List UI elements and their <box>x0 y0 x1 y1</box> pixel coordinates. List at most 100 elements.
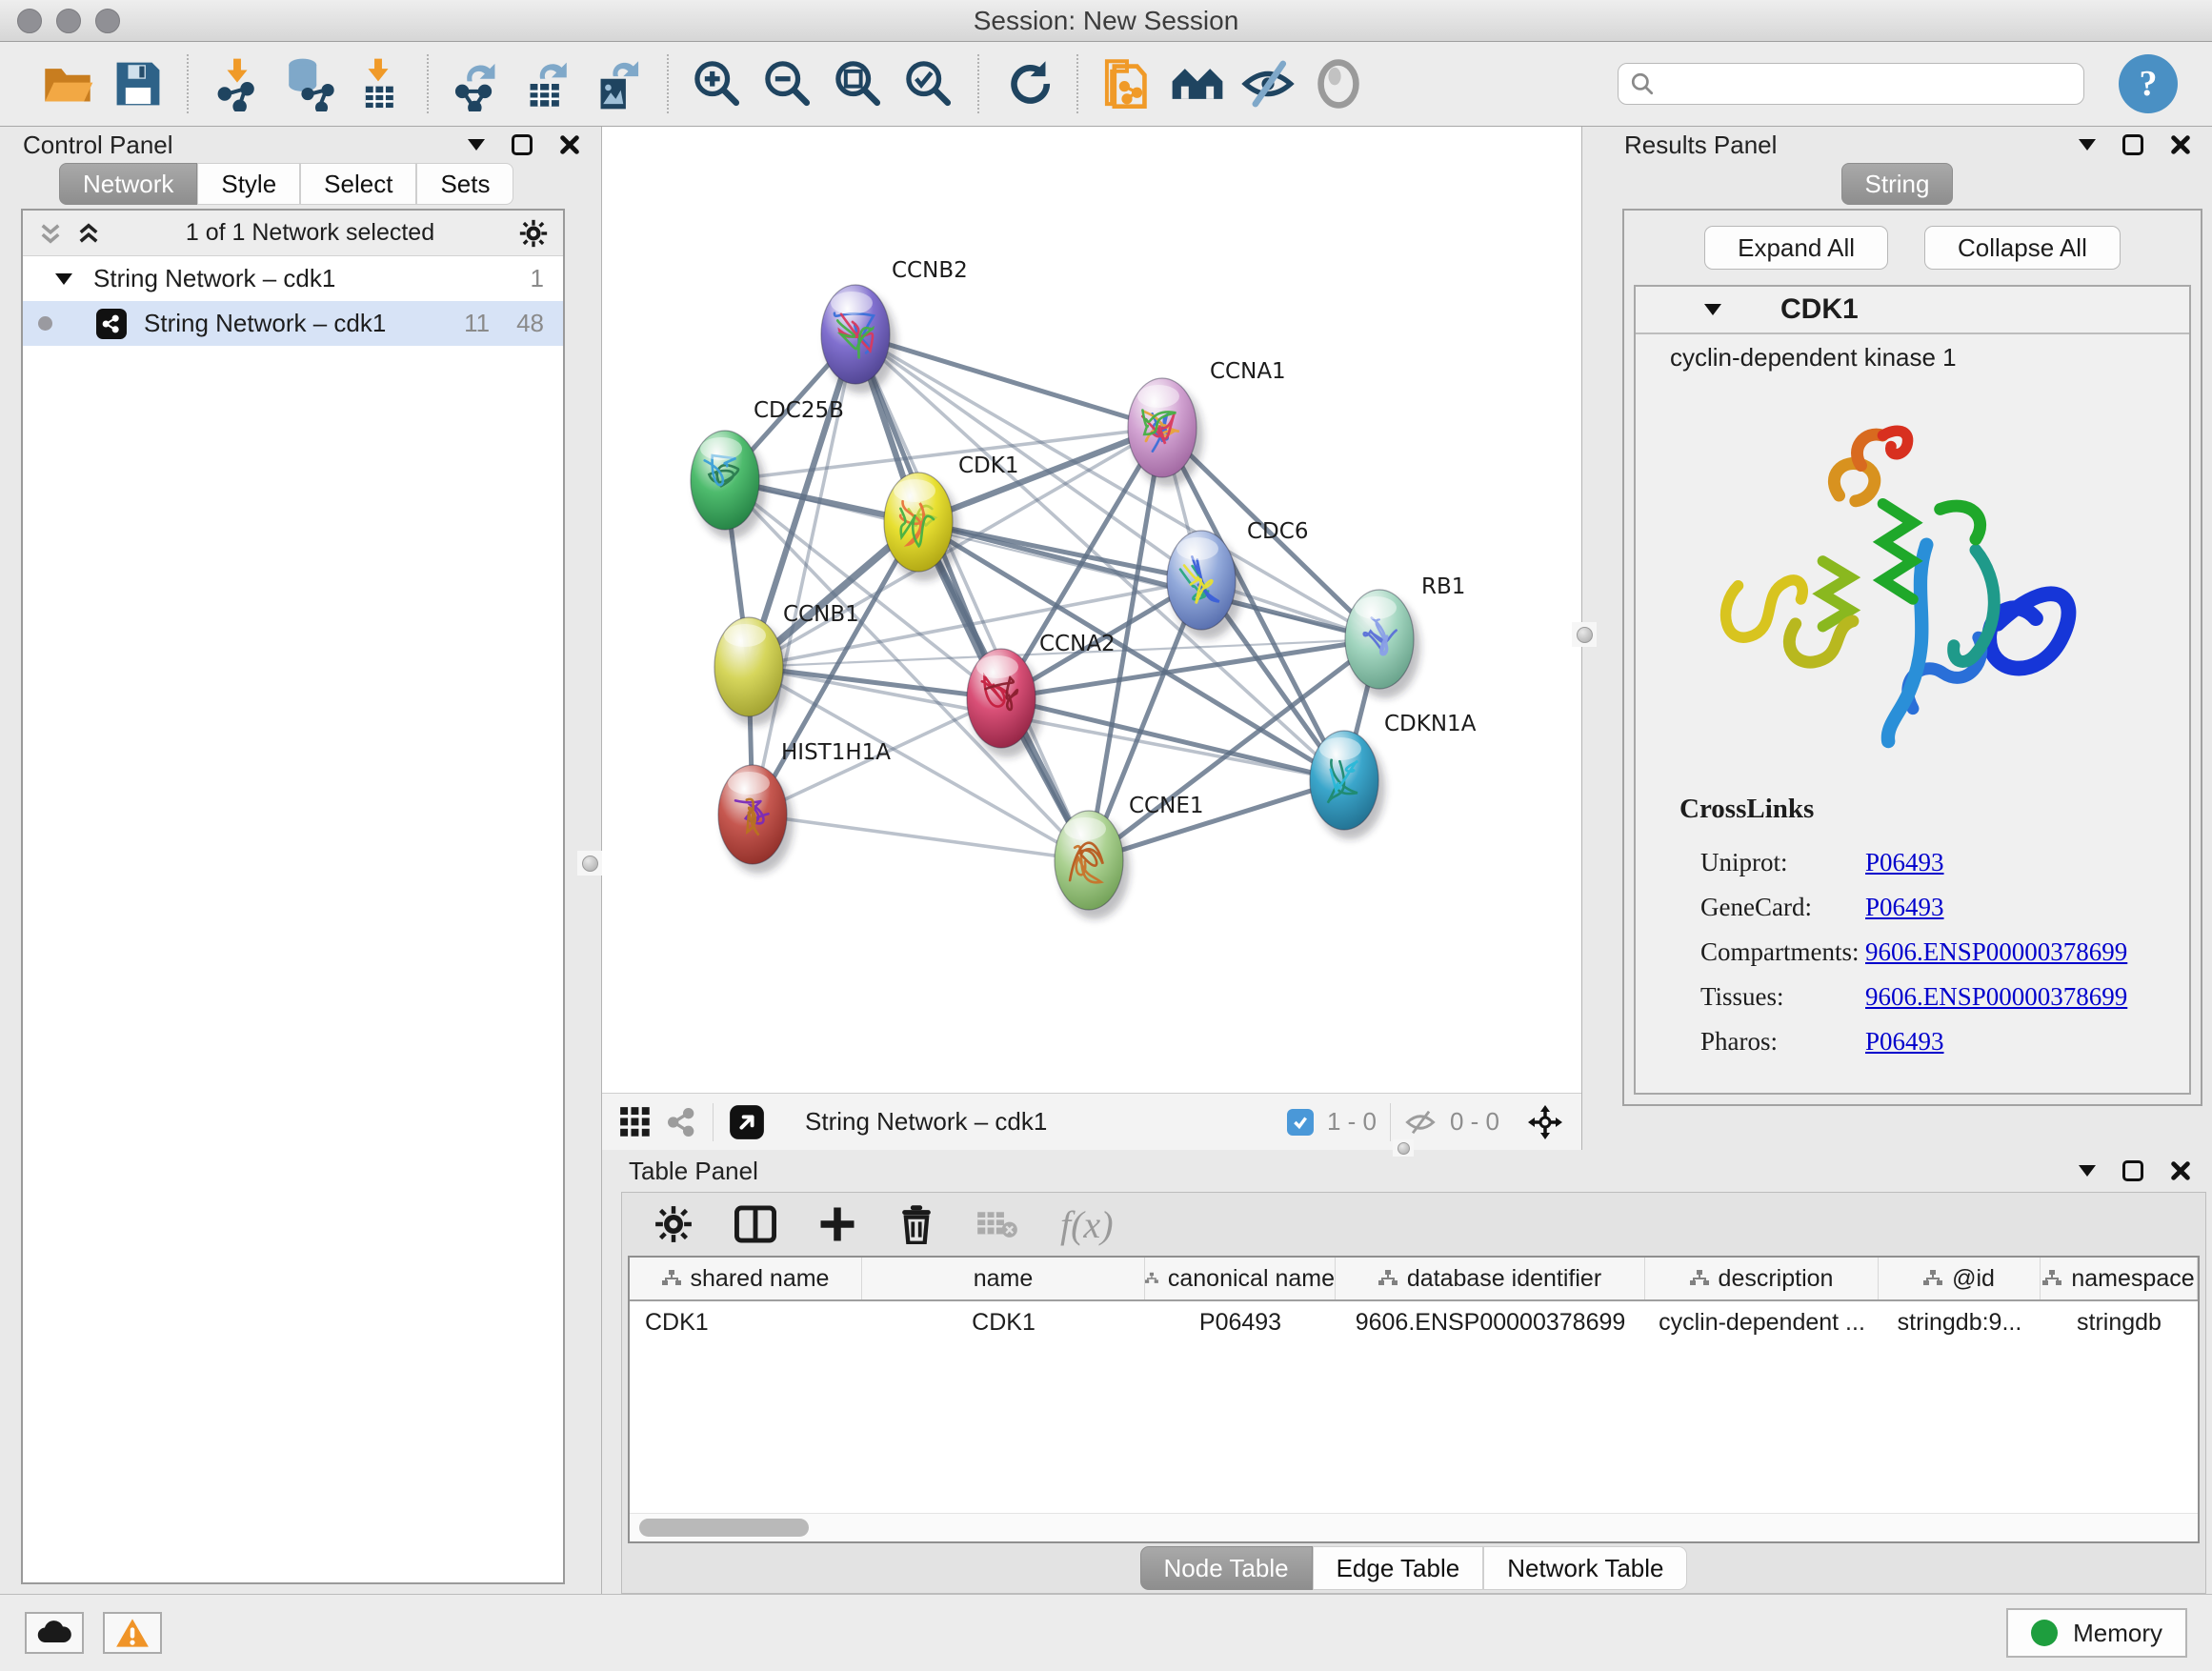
show-graphics-details-button[interactable] <box>1303 49 1374 119</box>
import-table-file-button[interactable] <box>343 49 413 119</box>
open-session-button[interactable] <box>32 49 103 119</box>
column-header-name[interactable]: name <box>862 1258 1145 1299</box>
cloud-status-button[interactable] <box>25 1612 84 1654</box>
add-column-icon[interactable] <box>818 1205 856 1243</box>
tab-string[interactable]: String <box>1841 163 1954 205</box>
tab-node-table[interactable]: Node Table <box>1140 1546 1313 1590</box>
close-panel-icon[interactable] <box>559 134 580 155</box>
warnings-button[interactable] <box>103 1612 162 1654</box>
uniprot-link[interactable]: P06493 <box>1865 848 1944 877</box>
cell-database-identifier[interactable]: 9606.ENSP00000378699 <box>1336 1301 1645 1343</box>
protein-card-header[interactable]: CDK1 <box>1636 287 2189 334</box>
node-label-CCNE1: CCNE1 <box>1129 794 1204 818</box>
export-table-button[interactable] <box>513 49 583 119</box>
pharos-link[interactable]: P06493 <box>1865 1027 1944 1057</box>
network-row-selected[interactable]: String Network – cdk1 1148 <box>23 301 563 346</box>
cell-id[interactable]: stringdb:9... <box>1879 1301 2041 1343</box>
import-network-icon <box>210 56 265 111</box>
import-network-database-button[interactable] <box>272 49 343 119</box>
float-panel-icon[interactable] <box>512 134 533 155</box>
share-view-icon[interactable] <box>667 1107 697 1137</box>
search-input[interactable] <box>1664 70 2072 97</box>
selected-checkbox-icon[interactable] <box>1287 1109 1314 1136</box>
tab-style[interactable]: Style <box>197 163 300 205</box>
collapse-protein-icon[interactable] <box>1704 304 1721 315</box>
close-panel-icon[interactable] <box>2170 134 2191 155</box>
collapse-all-button[interactable]: Collapse All <box>1924 226 2121 270</box>
eye-slash-blue-icon <box>1240 56 1296 111</box>
delete-column-icon[interactable] <box>898 1204 935 1244</box>
protein-name: CDK1 <box>1780 293 1859 326</box>
compartments-link[interactable]: 9606.ENSP00000378699 <box>1865 937 2127 967</box>
zoom-selected-button[interactable] <box>894 49 964 119</box>
genecard-link[interactable]: P06493 <box>1865 893 1944 922</box>
pan-crosshair-icon[interactable] <box>1526 1103 1564 1141</box>
tab-network-table[interactable]: Network Table <box>1483 1546 1687 1590</box>
panel-menu-icon[interactable] <box>468 139 485 151</box>
scrollbar-thumb[interactable] <box>639 1519 809 1537</box>
column-header-id[interactable]: @id <box>1879 1258 2041 1299</box>
network-canvas[interactable]: CCNB2CCNA1CDC25BCDK1CDC6RB1CCNB1CCNA2CDK… <box>602 127 1581 1093</box>
cell-namespace[interactable]: stringdb <box>2041 1301 2198 1343</box>
toolbar-separator <box>977 54 979 113</box>
column-header-database-identifier[interactable]: database identifier <box>1336 1258 1645 1299</box>
birdseye-toggle-icon[interactable] <box>729 1104 765 1140</box>
cell-shared-name[interactable]: CDK1 <box>630 1301 862 1343</box>
question-mark-icon: ? <box>2140 63 2158 105</box>
bottom-splitter-handle[interactable] <box>1393 1139 1414 1157</box>
float-panel-icon[interactable] <box>2122 134 2143 155</box>
tab-network[interactable]: Network <box>59 163 197 205</box>
export-network-button[interactable] <box>442 49 513 119</box>
left-splitter-handle[interactable] <box>577 851 602 876</box>
panel-menu-icon[interactable] <box>2079 1165 2096 1177</box>
zoom-in-button[interactable] <box>682 49 753 119</box>
column-header-description[interactable]: description <box>1645 1258 1879 1299</box>
collapse-all-chevron-icon[interactable] <box>76 221 101 246</box>
show-columns-icon[interactable] <box>734 1205 776 1243</box>
warning-triangle-icon <box>115 1618 150 1648</box>
export-image-icon <box>591 56 646 111</box>
apply-layout-button[interactable] <box>993 49 1063 119</box>
table-tabs: Node Table Edge Table Network Table <box>622 1543 2205 1593</box>
help-button[interactable]: ? <box>2119 54 2178 113</box>
first-neighbors-button[interactable] <box>1162 49 1233 119</box>
collection-expand-icon[interactable] <box>55 273 72 285</box>
float-panel-icon[interactable] <box>2122 1160 2143 1181</box>
save-session-button[interactable] <box>103 49 173 119</box>
protein-structure-image <box>1636 380 2189 794</box>
cell-canonical-name[interactable]: P06493 <box>1145 1301 1336 1343</box>
collection-count: 1 <box>531 264 544 293</box>
expand-all-chevron-icon[interactable] <box>38 221 63 246</box>
memory-label: Memory <box>2073 1619 2162 1648</box>
hide-selected-button[interactable] <box>1233 49 1303 119</box>
grid-layout-icon[interactable] <box>619 1106 652 1138</box>
zoom-out-button[interactable] <box>753 49 823 119</box>
cell-description[interactable]: cyclin-dependent ... <box>1645 1301 1879 1343</box>
toolbar-search[interactable] <box>1618 63 2084 105</box>
column-header-canonical-name[interactable]: canonical name <box>1145 1258 1336 1299</box>
new-network-from-selection-button[interactable] <box>1092 49 1162 119</box>
export-image-button[interactable] <box>583 49 654 119</box>
import-network-file-button[interactable] <box>202 49 272 119</box>
gear-icon[interactable] <box>519 219 548 248</box>
column-header-namespace[interactable]: namespace <box>2041 1258 2198 1299</box>
network-collection-row[interactable]: String Network – cdk1 1 <box>23 256 563 301</box>
expand-all-button[interactable]: Expand All <box>1704 226 1888 270</box>
close-panel-icon[interactable] <box>2170 1160 2191 1181</box>
zoom-fit-icon <box>831 56 886 111</box>
tab-select[interactable]: Select <box>300 163 416 205</box>
panel-menu-icon[interactable] <box>2079 139 2096 151</box>
tissues-link[interactable]: 9606.ENSP00000378699 <box>1865 982 2127 1012</box>
right-splitter-handle[interactable] <box>1572 622 1597 647</box>
table-row[interactable]: CDK1 CDK1 P06493 9606.ENSP00000378699 cy… <box>630 1301 2198 1343</box>
network-view-title: String Network – cdk1 <box>805 1107 1047 1137</box>
column-header-shared-name[interactable]: shared name <box>630 1258 862 1299</box>
column-network-icon <box>1923 1270 1942 1287</box>
memory-button[interactable]: Memory <box>2006 1608 2187 1658</box>
tab-edge-table[interactable]: Edge Table <box>1313 1546 1484 1590</box>
horizontal-scrollbar[interactable] <box>630 1513 2198 1541</box>
tab-sets[interactable]: Sets <box>416 163 513 205</box>
zoom-fit-button[interactable] <box>823 49 894 119</box>
cell-name[interactable]: CDK1 <box>862 1301 1145 1343</box>
table-settings-gear-icon[interactable] <box>654 1205 693 1243</box>
